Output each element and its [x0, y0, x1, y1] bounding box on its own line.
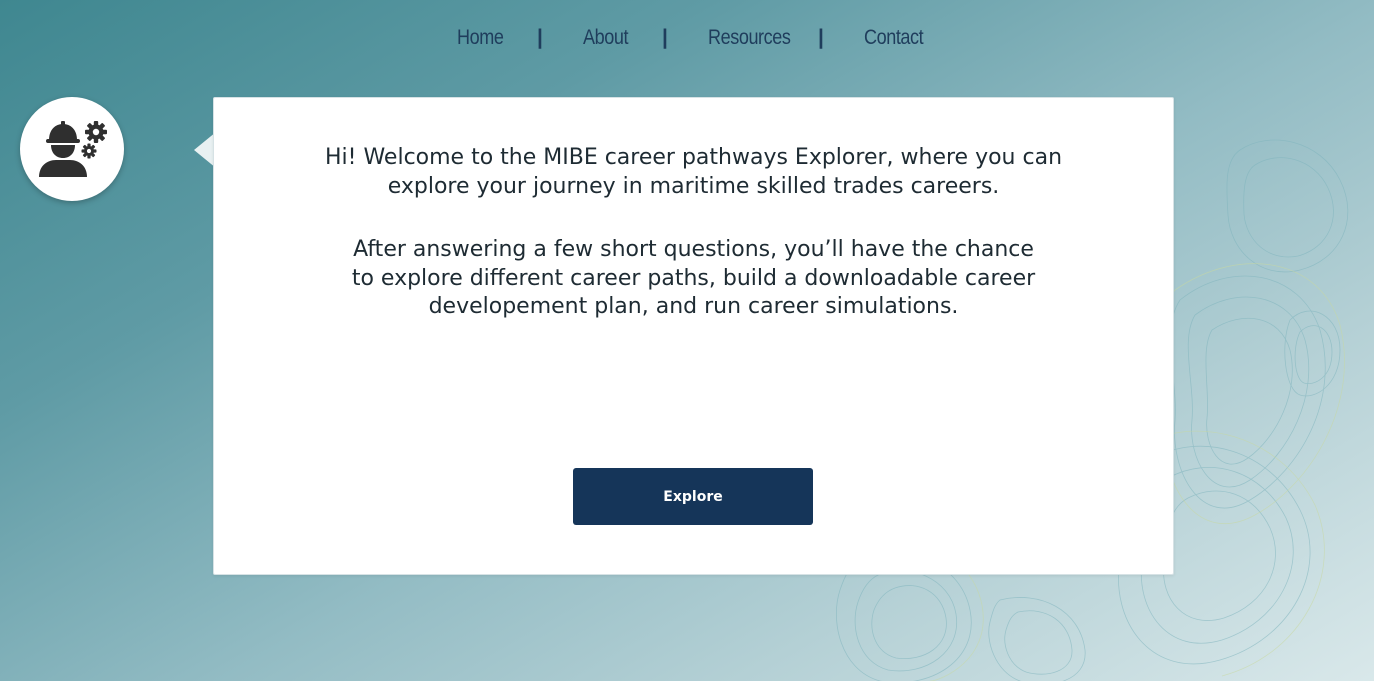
- welcome-message: Hi! Welcome to the MIBE career pathways …: [324, 145, 1063, 199]
- nav-separator: |: [537, 26, 543, 49]
- nav-link-about[interactable]: About: [583, 26, 628, 50]
- top-navigation: Home | About | Resources | Contact: [0, 22, 1374, 58]
- avatar: [20, 97, 124, 201]
- nav-link-contact[interactable]: Contact: [864, 26, 924, 50]
- nav-separator: |: [818, 26, 824, 49]
- nav-link-home[interactable]: Home: [457, 26, 504, 50]
- intro-message: After answering a few short questions, y…: [351, 237, 1036, 319]
- worker-gears-icon: [39, 121, 107, 177]
- explore-button[interactable]: Explore: [573, 468, 813, 525]
- nav-separator: |: [662, 26, 668, 49]
- nav-link-resources[interactable]: Resources: [708, 26, 791, 50]
- welcome-card: Hi! Welcome to the MIBE career pathways …: [213, 97, 1174, 575]
